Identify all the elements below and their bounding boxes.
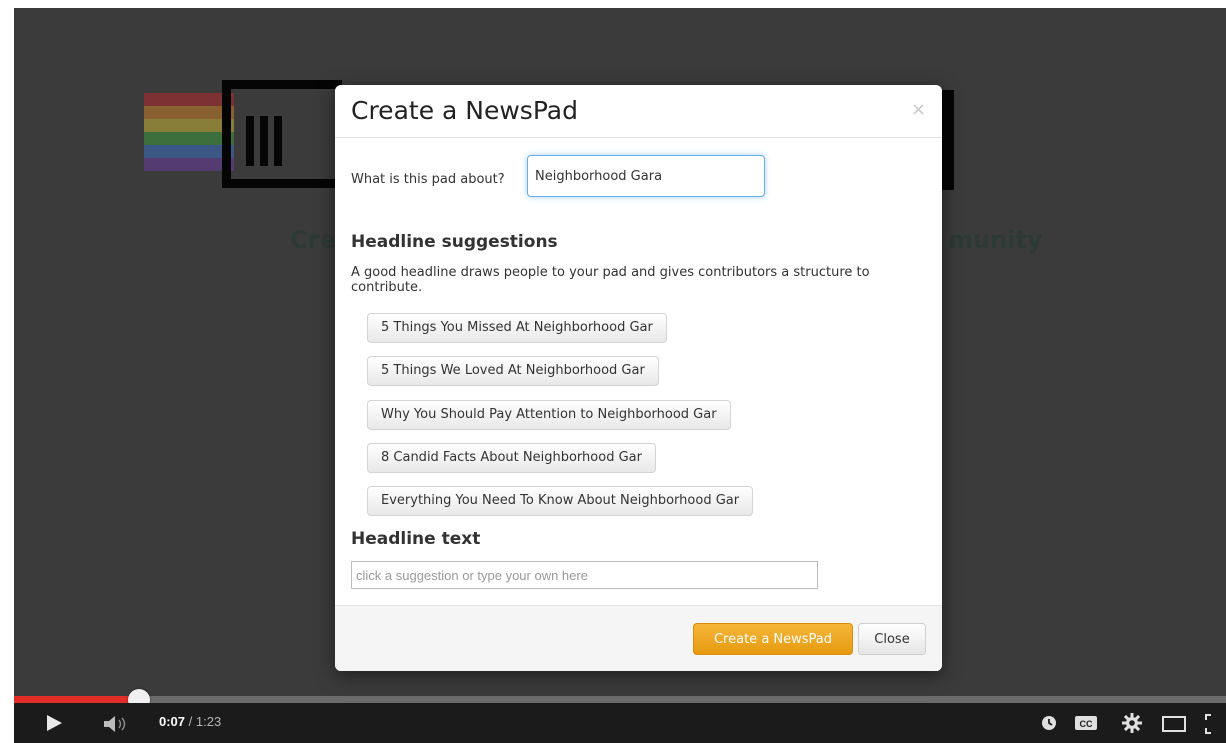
logo-edge-graphic bbox=[942, 90, 954, 190]
close-button[interactable]: Close bbox=[858, 623, 926, 655]
suggestions-help-text: A good headline draws people to your pad… bbox=[351, 265, 870, 295]
headline-suggestion-button[interactable]: 5 Things We Loved At Neighborhood Gar bbox=[367, 356, 659, 386]
suggestions-heading: Headline suggestions bbox=[351, 232, 558, 252]
time-separator: / bbox=[185, 714, 196, 729]
fullscreen-icon[interactable] bbox=[1204, 713, 1220, 739]
pad-topic-input[interactable] bbox=[527, 155, 765, 197]
captions-icon[interactable]: CC bbox=[1074, 715, 1098, 735]
watch-later-icon[interactable] bbox=[1041, 715, 1057, 735]
current-time: 0:07 bbox=[159, 714, 186, 729]
progress-played bbox=[14, 696, 137, 703]
background-tagline-left: Cre bbox=[290, 226, 336, 254]
modal-header: Create a NewsPad × bbox=[335, 85, 942, 138]
create-newspad-modal: Create a NewsPad × What is this pad abou… bbox=[335, 85, 942, 671]
player-controls: 0:07 / 1:23 CC bbox=[14, 703, 1226, 743]
svg-text:CC: CC bbox=[1080, 719, 1093, 729]
pad-topic-label: What is this pad about? bbox=[351, 172, 505, 187]
progress-bar[interactable] bbox=[14, 696, 1226, 703]
headline-suggestion-button[interactable]: 5 Things You Missed At Neighborhood Gar bbox=[367, 313, 667, 343]
background-tagline-right: munity bbox=[948, 226, 1043, 254]
settings-icon[interactable] bbox=[1121, 712, 1143, 738]
newspad-logo-graphic bbox=[222, 80, 342, 188]
headline-suggestion-button[interactable]: 8 Candid Facts About Neighborhood Gar bbox=[367, 443, 656, 473]
close-icon[interactable]: × bbox=[911, 99, 926, 120]
theater-mode-icon[interactable] bbox=[1162, 716, 1186, 736]
time-display: 0:07 / 1:23 bbox=[159, 714, 221, 729]
volume-icon[interactable] bbox=[102, 715, 132, 737]
duration: 1:23 bbox=[195, 714, 222, 729]
headline-text-heading: Headline text bbox=[351, 529, 481, 549]
headline-text-input[interactable] bbox=[351, 561, 818, 589]
create-newspad-button[interactable]: Create a NewsPad bbox=[693, 623, 853, 655]
headline-suggestion-button[interactable]: Why You Should Pay Attention to Neighbor… bbox=[367, 400, 731, 430]
modal-footer: Create a NewsPad Close bbox=[335, 605, 942, 671]
rainbow-graphic bbox=[144, 93, 234, 173]
play-icon[interactable] bbox=[44, 713, 64, 737]
modal-title: Create a NewsPad bbox=[351, 96, 578, 125]
headline-suggestion-button[interactable]: Everything You Need To Know About Neighb… bbox=[367, 486, 754, 516]
